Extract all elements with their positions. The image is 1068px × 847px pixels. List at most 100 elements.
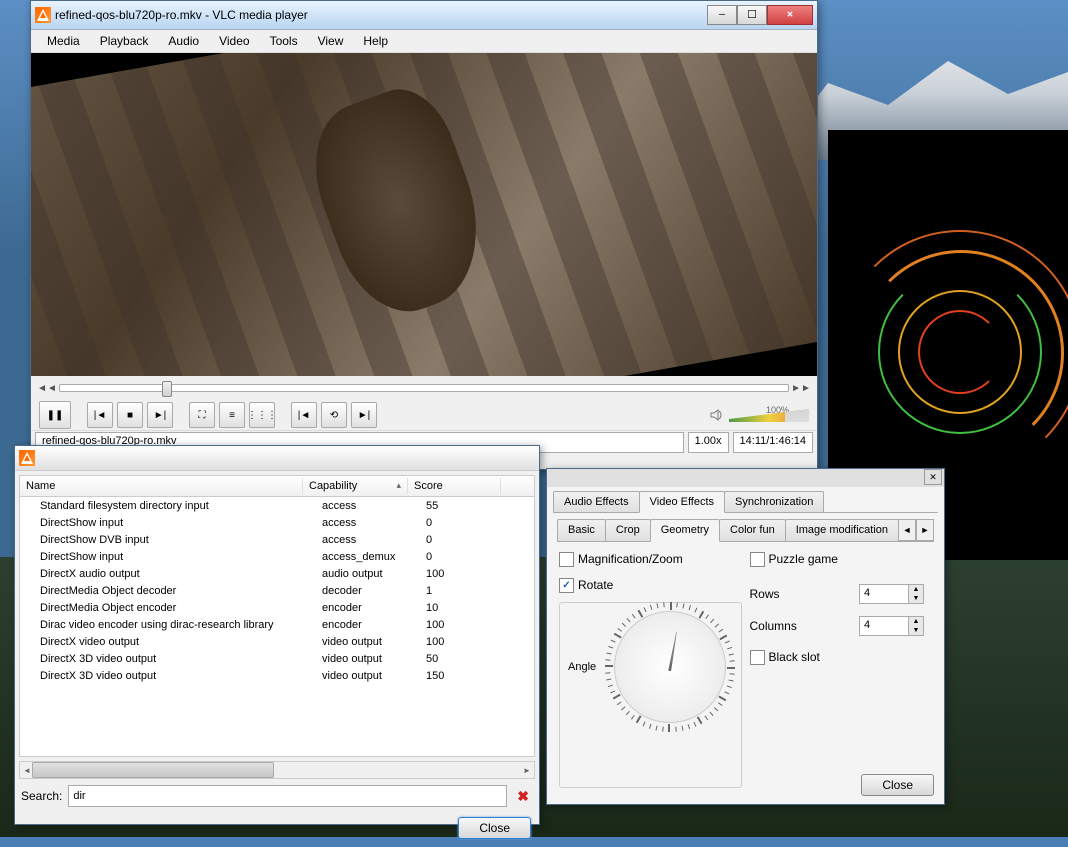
- effects-titlebar[interactable]: [547, 469, 944, 487]
- status-time[interactable]: 14:11/1:46:14: [733, 432, 813, 453]
- cell-cap: video output: [316, 670, 420, 682]
- cell-score: 100: [420, 568, 512, 580]
- black-slot-checkbox[interactable]: [750, 650, 765, 665]
- menu-media[interactable]: Media: [37, 32, 90, 50]
- rows-up-icon[interactable]: ▲: [909, 585, 923, 594]
- cell-cap: encoder: [316, 619, 420, 631]
- effects-window: Audio EffectsVideo EffectsSynchronizatio…: [546, 468, 945, 805]
- modules-window: Name Capability Score Standard filesyste…: [14, 445, 540, 825]
- audio-visualizer: [838, 190, 1058, 510]
- angle-dial[interactable]: [614, 611, 726, 723]
- tab-video-effects[interactable]: Video Effects: [639, 491, 725, 513]
- close-button[interactable]: Close: [861, 774, 934, 796]
- menubar: MediaPlaybackAudioVideoToolsViewHelp: [31, 30, 817, 53]
- search-input[interactable]: [68, 785, 507, 807]
- menu-view[interactable]: View: [308, 32, 354, 50]
- tab-color-fun[interactable]: Color fun: [719, 519, 786, 541]
- table-row[interactable]: DirectShow inputaccess_demux0: [20, 548, 534, 565]
- magnification-checkbox[interactable]: [559, 552, 574, 567]
- menu-help[interactable]: Help: [353, 32, 398, 50]
- seek-thumb[interactable]: [162, 381, 172, 397]
- sub-tabs: BasicCropGeometryColor funImage modifica…: [557, 519, 934, 542]
- cell-score: 55: [420, 500, 512, 512]
- fullscreen-button[interactable]: ⛶: [189, 402, 215, 428]
- cols-up-icon[interactable]: ▲: [909, 617, 923, 626]
- cell-cap: access: [316, 534, 420, 546]
- close-button[interactable]: [767, 5, 813, 25]
- frame-back-button[interactable]: |◄: [291, 402, 317, 428]
- cell-score: 0: [420, 551, 512, 563]
- rows-down-icon[interactable]: ▼: [909, 594, 923, 603]
- table-row[interactable]: DirectX 3D video outputvideo output50: [20, 650, 534, 667]
- column-score[interactable]: Score: [408, 478, 501, 494]
- seek-forward-icon[interactable]: ►►: [793, 381, 809, 395]
- tab-audio-effects[interactable]: Audio Effects: [553, 491, 640, 512]
- cell-name: DirectMedia Object encoder: [20, 602, 316, 614]
- window-title: refined-qos-blu720p-ro.mkv - VLC media p…: [55, 8, 707, 22]
- tab-crop[interactable]: Crop: [605, 519, 651, 541]
- minimize-button[interactable]: [707, 5, 737, 25]
- volume-slider[interactable]: 100%: [729, 405, 809, 425]
- previous-button[interactable]: |◄: [87, 402, 113, 428]
- table-row[interactable]: DirectShow inputaccess0: [20, 514, 534, 531]
- horizontal-scrollbar[interactable]: ◄ ►: [19, 761, 535, 779]
- control-bar: ❚❚ |◄ ■ ►| ⛶ ≡ ⋮⋮⋮ |◄ ⟲ ►| 100%: [31, 400, 817, 430]
- columns-spinner[interactable]: 4 ▲ ▼: [859, 616, 924, 636]
- puzzle-checkbox[interactable]: [750, 552, 765, 567]
- extended-settings-button[interactable]: ⋮⋮⋮: [249, 402, 275, 428]
- rotate-checkbox[interactable]: [559, 578, 574, 593]
- speaker-icon[interactable]: [709, 407, 725, 423]
- pause-button[interactable]: ❚❚: [39, 401, 71, 429]
- rotate-label: Rotate: [578, 578, 613, 592]
- menu-tools[interactable]: Tools: [260, 32, 308, 50]
- rows-value[interactable]: 4: [860, 585, 908, 603]
- table-row[interactable]: Dirac video encoder using dirac-research…: [20, 616, 534, 633]
- cell-cap: access: [316, 500, 420, 512]
- menu-playback[interactable]: Playback: [90, 32, 159, 50]
- table-row[interactable]: DirectShow DVB inputaccess0: [20, 531, 534, 548]
- status-speed[interactable]: 1.00x: [688, 432, 729, 453]
- cell-cap: access: [316, 517, 420, 529]
- next-button[interactable]: ►|: [147, 402, 173, 428]
- scrollbar-thumb[interactable]: [32, 762, 274, 778]
- table-row[interactable]: DirectX audio outputaudio output100: [20, 565, 534, 582]
- playlist-button[interactable]: ≡: [219, 402, 245, 428]
- cols-down-icon[interactable]: ▼: [909, 626, 923, 635]
- tabs-scroll-left-icon[interactable]: ◄: [898, 519, 916, 541]
- tabs-scroll-right-icon[interactable]: ►: [916, 519, 934, 541]
- table-row[interactable]: Standard filesystem directory inputacces…: [20, 497, 534, 514]
- rows-spinner[interactable]: 4 ▲ ▼: [859, 584, 924, 604]
- close-button[interactable]: Close: [458, 817, 531, 839]
- cell-name: DirectX 3D video output: [20, 670, 316, 682]
- table-row[interactable]: DirectX 3D video outputvideo output150: [20, 667, 534, 684]
- vlc-cone-icon: [19, 450, 35, 466]
- seek-back-icon[interactable]: ◄◄: [39, 381, 55, 395]
- tab-geometry[interactable]: Geometry: [650, 519, 720, 542]
- close-icon[interactable]: [924, 469, 942, 485]
- menu-video[interactable]: Video: [209, 32, 259, 50]
- menu-audio[interactable]: Audio: [158, 32, 209, 50]
- column-name[interactable]: Name: [20, 478, 303, 494]
- cell-score: 1: [420, 585, 512, 597]
- video-frame: [31, 53, 817, 376]
- stop-button[interactable]: ■: [117, 402, 143, 428]
- table-row[interactable]: DirectX video outputvideo output100: [20, 633, 534, 650]
- clear-search-icon[interactable]: ✖: [513, 788, 533, 805]
- tab-synchronization[interactable]: Synchronization: [724, 491, 824, 512]
- maximize-button[interactable]: [737, 5, 767, 25]
- search-label: Search:: [21, 789, 62, 803]
- modules-titlebar[interactable]: [15, 446, 539, 471]
- table-row[interactable]: DirectMedia Object encoderencoder10: [20, 599, 534, 616]
- frame-forward-button[interactable]: ►|: [351, 402, 377, 428]
- titlebar[interactable]: refined-qos-blu720p-ro.mkv - VLC media p…: [31, 1, 817, 30]
- table-row[interactable]: DirectMedia Object decoderdecoder1: [20, 582, 534, 599]
- columns-value[interactable]: 4: [860, 617, 908, 635]
- tab-image-modification[interactable]: Image modification: [785, 519, 899, 541]
- video-viewport[interactable]: [31, 53, 817, 376]
- tab-basic[interactable]: Basic: [557, 519, 606, 541]
- main-tabs: Audio EffectsVideo EffectsSynchronizatio…: [553, 491, 938, 513]
- column-capability[interactable]: Capability: [303, 478, 408, 494]
- seek-track[interactable]: [59, 384, 789, 392]
- scroll-right-arrow-icon[interactable]: ►: [520, 762, 534, 778]
- loop-button[interactable]: ⟲: [321, 402, 347, 428]
